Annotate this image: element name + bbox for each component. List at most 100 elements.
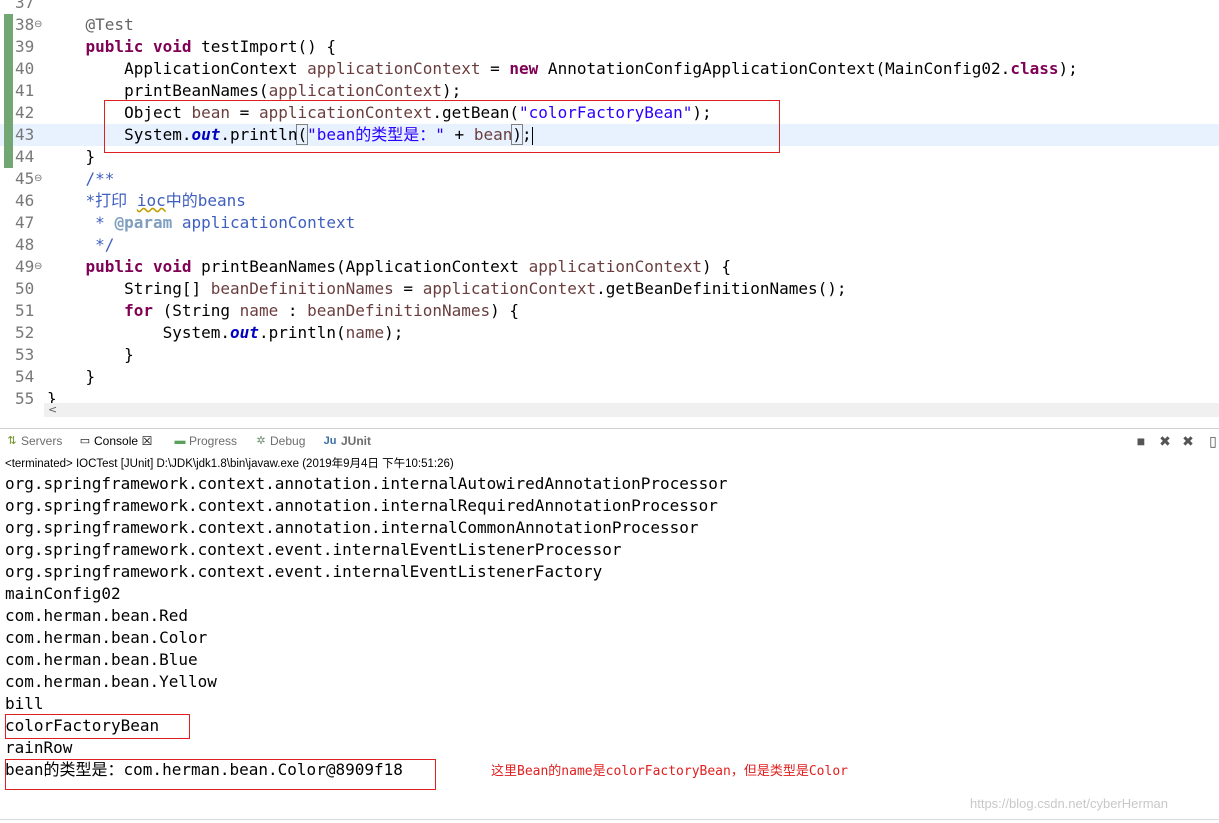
fold-toggle-icon[interactable]: ⊖: [34, 256, 44, 278]
line-number: 54: [15, 367, 35, 386]
code-token: ) {: [490, 301, 520, 320]
line-number: 48: [15, 235, 35, 254]
line-number: 37: [15, 0, 35, 12]
change-bar: [4, 36, 13, 58]
code-line: 38 ⊖ @Test: [0, 14, 1219, 36]
console-line: com.herman.bean.Red: [5, 606, 189, 625]
code-line: 47 * @param applicationContext: [0, 212, 1219, 234]
console-line: mainConfig02: [5, 584, 121, 603]
code-text: }: [47, 366, 96, 388]
scroll-left-arrow-icon[interactable]: <: [48, 403, 57, 416]
code-token: beanDefinitionNames: [210, 279, 394, 298]
code-line: 50 String[] beanDefinitionNames = applic…: [0, 278, 1219, 300]
tab-label: JUnit: [341, 434, 371, 448]
tab-label: Debug: [270, 434, 306, 448]
code-token: @param: [114, 213, 173, 232]
junit-icon: Ju: [323, 435, 337, 447]
code-text: */: [47, 234, 114, 256]
line-number: 52: [15, 323, 35, 342]
code-line: 49 ⊖ public void printBeanNames(Applicati…: [0, 256, 1219, 278]
console-line: com.herman.bean.Blue: [5, 650, 198, 669]
code-text: @Test: [47, 14, 134, 36]
console-line: org.springframework.context.annotation.i…: [5, 474, 728, 493]
horizontal-scrollbar[interactable]: <: [44, 403, 1219, 417]
code-token: name: [239, 301, 279, 320]
code-text: }: [47, 146, 96, 168]
code-token: .println(: [258, 323, 346, 342]
fold-toggle-icon[interactable]: ⊖: [34, 168, 44, 190]
highlight-box-bean-type: [5, 759, 436, 790]
code-line: 41 printBeanNames(applicationContext);: [0, 80, 1219, 102]
code-token: *打印: [85, 191, 137, 210]
code-token: for: [124, 301, 153, 320]
code-token: ) {: [702, 257, 731, 276]
code-line: 46 *打印 ioc中的beans: [0, 190, 1219, 212]
code-token: public: [85, 257, 144, 276]
code-token: }: [47, 147, 96, 166]
line-number: 53: [15, 345, 35, 364]
fold-toggle-icon[interactable]: ⊖: [34, 14, 44, 36]
watermark: https://blog.csdn.net/cyberHerman: [970, 796, 1168, 811]
tab-servers[interactable]: ⇅ Servers: [6, 432, 62, 450]
tab-debug[interactable]: ✲ Debug: [255, 432, 305, 450]
code-editor[interactable]: 37 38 ⊖ @Test 39 public void testImport() {…: [0, 0, 1219, 420]
code-text: ApplicationContext applicationContext = …: [47, 58, 1078, 80]
code-text: String[] beanDefinitionNames = applicati…: [47, 278, 846, 300]
console-line: com.herman.bean.Yellow: [5, 672, 217, 691]
display-console-icon[interactable]: ▯: [1205, 433, 1219, 449]
code-token: testImport() {: [191, 37, 336, 56]
console-line: org.springframework.context.annotation.i…: [5, 518, 699, 537]
code-token: ioc: [136, 191, 166, 210]
code-token: class: [1010, 59, 1059, 78]
code-token: }: [47, 345, 134, 364]
tab-label: Progress: [189, 434, 238, 448]
code-token: applicationContext: [268, 81, 442, 100]
change-bar: [4, 58, 13, 80]
code-text: * @param applicationContext: [47, 212, 355, 234]
code-token: applicationContext: [172, 213, 356, 232]
line-number: 55: [15, 389, 35, 408]
line-number: 44: [15, 147, 35, 166]
code-token: new: [509, 59, 539, 78]
code-text: System.out.println(name);: [47, 322, 404, 344]
code-line: 51 for (String name : beanDefinitionName…: [0, 300, 1219, 322]
code-line: 39 public void testImport() {: [0, 36, 1219, 58]
tab-console[interactable]: ▭ Console ☒: [79, 432, 153, 450]
code-token: String[]: [47, 279, 211, 298]
annotation-note: 这里Bean的name是colorFactoryBean，但是类型是Color: [491, 764, 848, 779]
line-number: 50: [15, 279, 35, 298]
tab-progress[interactable]: ▬ Progress: [174, 432, 238, 450]
console-line: rainRow: [5, 738, 73, 757]
remove-launch-icon[interactable]: ✖: [1157, 433, 1173, 449]
code-token: */: [95, 235, 115, 254]
code-line: 53 }: [0, 344, 1219, 366]
code-token: =: [480, 59, 510, 78]
code-token: (String: [152, 301, 240, 320]
code-token: 中的beans: [165, 191, 246, 210]
code-token: :: [278, 301, 308, 320]
line-number: 43: [15, 125, 35, 144]
line-number: 39: [15, 37, 35, 56]
highlight-box-colorfactorybean: [5, 714, 190, 739]
code-line: 54 }: [0, 366, 1219, 388]
code-text: *打印 ioc中的beans: [47, 190, 246, 212]
servers-icon: ⇅: [7, 435, 17, 447]
code-line: 48 */: [0, 234, 1219, 256]
line-number: 40: [15, 59, 35, 78]
code-text: for (String name : beanDefinitionNames) …: [47, 300, 519, 322]
console-line: com.herman.bean.Color: [5, 628, 208, 647]
console-line: org.springframework.context.event.intern…: [5, 562, 603, 581]
stop-icon[interactable]: ■: [1133, 433, 1149, 449]
code-token: applicationContext: [528, 257, 703, 276]
tab-junit[interactable]: Ju JUnit: [322, 432, 371, 450]
highlight-box-code: [104, 100, 780, 153]
remove-all-terminated-icon[interactable]: ✖: [1180, 433, 1196, 449]
line-number: 41: [15, 81, 35, 100]
close-icon[interactable]: ☒: [141, 435, 153, 447]
